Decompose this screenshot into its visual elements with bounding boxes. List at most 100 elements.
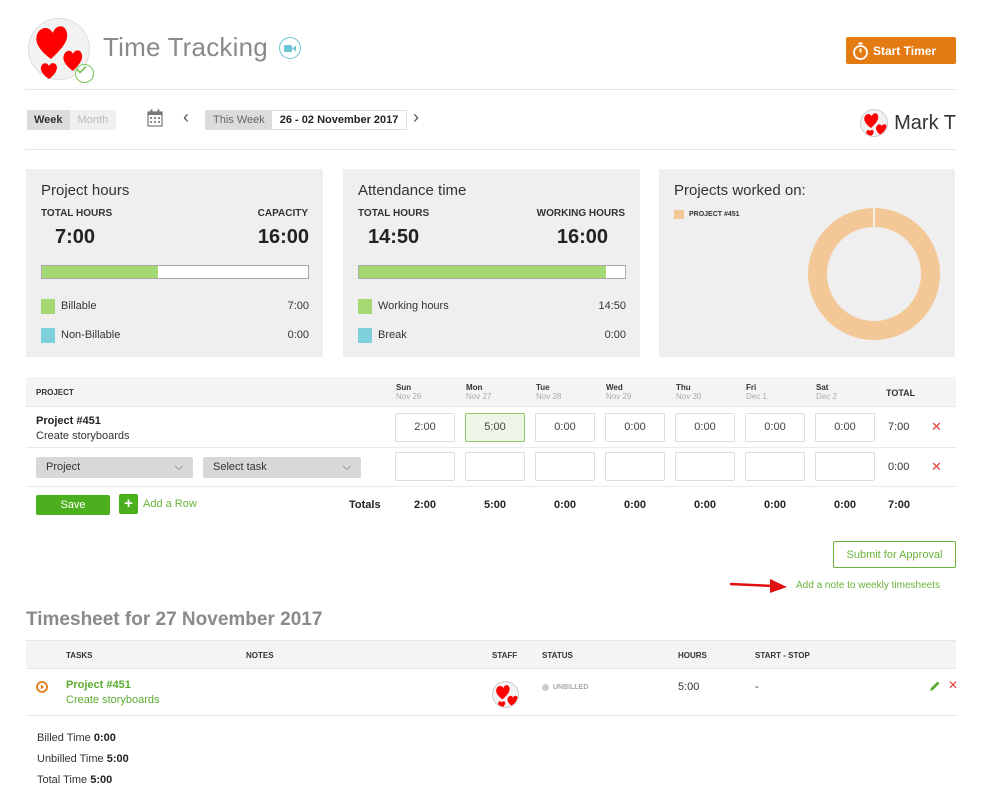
hours-input-thu[interactable] — [675, 452, 735, 481]
chevron-down-icon: ⌵ — [342, 461, 351, 473]
time-summary: Billed Time 0:00 Unbilled Time 5:00 Tota… — [37, 728, 129, 791]
view-week-button[interactable]: Week — [27, 110, 70, 130]
save-button[interactable]: Save — [36, 495, 110, 515]
row-project-name: Project #451 — [36, 415, 101, 427]
user-name: Mark T — [894, 111, 956, 134]
project-hours-card: Project hours TOTAL HOURS CAPACITY 7:00 … — [26, 169, 323, 357]
video-tutorial-icon[interactable] — [279, 37, 301, 59]
edit-pencil-icon[interactable] — [929, 680, 941, 692]
project-select-value: Project — [46, 461, 81, 473]
total-hours-label: TOTAL HOURS — [41, 208, 113, 219]
calendar-icon[interactable] — [147, 109, 163, 130]
entry-task-link[interactable]: Create storyboards — [66, 694, 160, 706]
hours-input-fri[interactable]: 0:00 — [745, 413, 805, 442]
user-selector[interactable]: Mark T — [860, 109, 956, 137]
day-header: Sat Dec 2 — [816, 383, 837, 401]
day-header: Tue Nov 28 — [536, 383, 562, 401]
status-badge: UNBILLED — [542, 684, 588, 691]
day-header: Thu Nov 30 — [676, 383, 702, 401]
totals-label: Totals — [349, 499, 381, 511]
project-select[interactable]: Project ⌵ — [36, 457, 193, 478]
legend-value: 0:00 — [604, 329, 626, 341]
working-hours-label: WORKING HOURS — [536, 208, 625, 219]
row-task-name: Create storyboards — [36, 430, 130, 442]
total-time: Total Time 5:00 — [37, 774, 113, 786]
hours-input-wed[interactable]: 0:00 — [605, 413, 665, 442]
verified-check-icon — [75, 64, 94, 83]
projects-worked-on-card: Projects worked on: PROJECT #451 — [659, 169, 955, 357]
working-hours-swatch — [358, 298, 372, 314]
day-header: Wed Nov 29 — [606, 383, 632, 401]
legend-value: 7:00 — [287, 300, 309, 312]
billed-time: Billed Time 0:00 — [37, 732, 116, 744]
hours-input-sun[interactable]: 2:00 — [395, 413, 455, 442]
row-total: 0:00 — [888, 461, 910, 473]
total-hours-value: 7:00 — [55, 226, 96, 248]
day-header: Mon Nov 27 — [466, 383, 492, 401]
hours-input-thu[interactable]: 0:00 — [675, 413, 735, 442]
start-timer-button[interactable]: Start Timer — [846, 37, 956, 64]
staff-avatar — [492, 681, 519, 708]
entry-project-link[interactable]: Project #451 — [66, 679, 131, 691]
day-total: 0:00 — [623, 499, 647, 511]
daily-table-header: TASKS NOTES STAFF STATUS HOURS START - S… — [26, 640, 956, 669]
next-week-chevron-icon[interactable]: › — [413, 107, 419, 128]
unbilled-time: Unbilled Time 5:00 — [37, 753, 129, 765]
notes-column-header: NOTES — [246, 651, 274, 660]
total-hours-label: TOTAL HOURS — [358, 208, 430, 219]
hours-input-sat[interactable] — [815, 452, 875, 481]
timesheet-row: Project #451 Create storyboards 2:00 5:0… — [26, 408, 956, 448]
total-hours-value: 14:50 — [368, 226, 420, 248]
task-select[interactable]: Select task ⌵ — [203, 457, 361, 478]
start-timer-play-icon[interactable] — [36, 681, 48, 693]
date-range-label: 26 - 02 November 2017 — [271, 111, 407, 129]
hours-input-tue[interactable]: 0:00 — [535, 413, 595, 442]
plus-icon: + — [119, 494, 138, 514]
day-total: 0:00 — [693, 499, 717, 511]
add-row-button[interactable]: + Add a Row — [119, 494, 197, 514]
donut-slice-project-451 — [808, 208, 940, 340]
donut-legend-item: PROJECT #451 — [674, 210, 740, 219]
legend-label: Working hours — [378, 300, 449, 312]
view-month-button[interactable]: Month — [69, 110, 117, 130]
hours-input-mon[interactable]: 5:00 — [465, 413, 525, 442]
grid-header: PROJECT Sun Nov 26 Mon Nov 27 Tue Nov 28 We… — [26, 377, 956, 407]
legend-break: Break 0:00 — [358, 327, 626, 343]
hours-input-tue[interactable] — [535, 452, 595, 481]
legend-label: Break — [378, 329, 407, 341]
day-header: Sun Nov 26 — [396, 383, 422, 401]
legend-billable: Billable 7:00 — [41, 298, 309, 314]
this-week-button[interactable]: This Week — [206, 111, 272, 129]
capacity-label: CAPACITY — [257, 208, 308, 219]
break-swatch — [358, 327, 372, 343]
hours-column-header: HOURS — [678, 651, 707, 660]
submit-for-approval-button[interactable]: Submit for Approval — [833, 541, 956, 568]
entry-hours: 5:00 — [678, 681, 700, 693]
progress-fill — [359, 266, 606, 278]
delete-row-icon[interactable]: ✕ — [931, 459, 942, 475]
delete-entry-icon[interactable]: ✕ — [948, 678, 958, 692]
delete-row-icon[interactable]: ✕ — [931, 419, 942, 435]
status-label: UNBILLED — [553, 684, 589, 691]
tasks-column-header: TASKS — [66, 651, 93, 660]
legend-non-billable: Non-Billable 0:00 — [41, 327, 309, 343]
row-total: 7:00 — [888, 421, 910, 433]
capacity-value: 16:00 — [257, 226, 309, 248]
view-mode-toggle: Week Month — [27, 110, 117, 130]
hours-input-sun[interactable] — [395, 452, 455, 481]
page-header: Time Tracking Start Timer — [25, 16, 956, 90]
hours-input-fri[interactable] — [745, 452, 805, 481]
daily-entry-row: Project #451 Create storyboards UNBILLED… — [26, 670, 958, 716]
hours-input-sat[interactable]: 0:00 — [815, 413, 875, 442]
add-note-link[interactable]: Add a note to weekly timesheets — [796, 580, 940, 591]
stopwatch-icon — [853, 42, 868, 60]
hours-input-wed[interactable] — [605, 452, 665, 481]
date-range-selector: This Week 26 - 02 November 2017 — [205, 110, 408, 130]
legend-working-hours: Working hours 14:50 — [358, 298, 626, 314]
user-avatar — [860, 109, 889, 137]
hours-input-mon[interactable] — [465, 452, 525, 481]
legend-value: 0:00 — [287, 329, 309, 341]
card-title: Attendance time — [358, 182, 467, 199]
previous-week-chevron-icon[interactable]: ‹ — [183, 107, 189, 128]
card-title: Projects worked on: — [674, 182, 806, 199]
